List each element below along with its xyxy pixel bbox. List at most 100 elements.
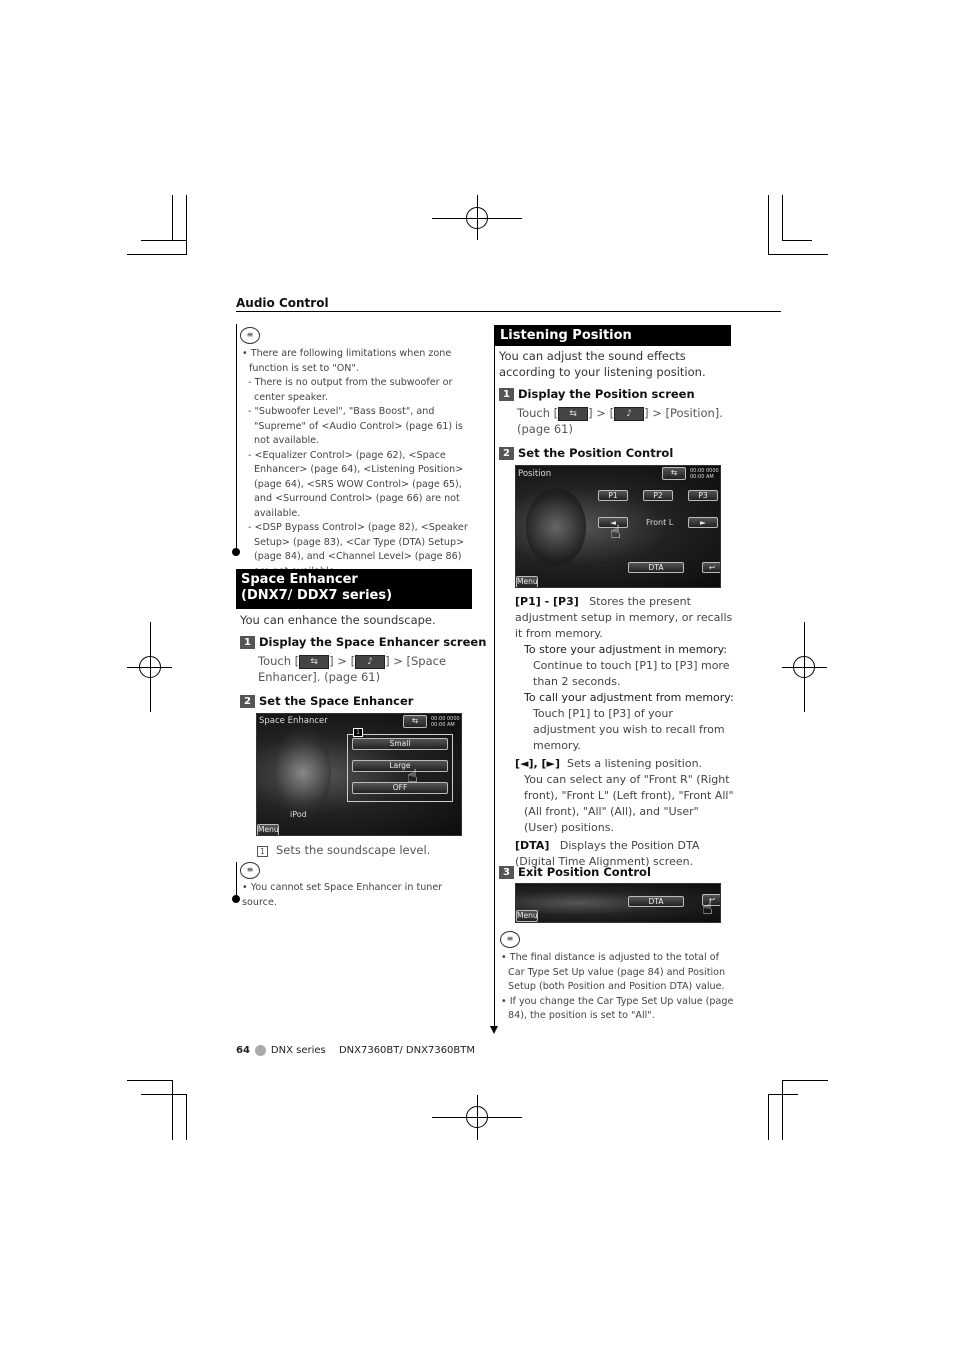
step-2: 2 Set the Space Enhancer	[240, 694, 413, 708]
position-notes: • The final distance is adjusted to the …	[501, 951, 735, 1024]
step-1: 1 Display the Space Enhancer screen	[240, 635, 486, 649]
source-label: iPod	[290, 810, 307, 819]
text: ] > [Position].	[644, 406, 723, 420]
title-line: Space Enhancer	[241, 572, 358, 587]
text: ] > [	[588, 406, 615, 420]
key-label: [DTA]	[515, 839, 550, 852]
menu-button[interactable]: Menu	[516, 910, 538, 922]
desc-text: Sets a listening position.	[567, 757, 703, 770]
clock: 00:00 0000 00:00 AM	[690, 468, 719, 480]
space-enhancer-screen: Space Enhancer ⇆ 00:00 0000 00:00 AM 1 S…	[256, 713, 462, 836]
subhead: To call your adjustment from memory:	[524, 691, 734, 704]
control-descriptions: [P1] - [P3] Stores the present adjustmen…	[515, 594, 735, 870]
text: Touch [	[258, 654, 300, 668]
desc-text: You can select any of "Front R" (Right f…	[524, 773, 734, 834]
text: (page 61)	[517, 422, 573, 436]
speaker-graphic	[275, 728, 331, 818]
p1-button[interactable]: P1	[598, 490, 628, 501]
dot-icon	[254, 1045, 266, 1056]
audio-settings-icon: ♪	[355, 654, 386, 669]
back-arrow-icon: ⇆	[299, 654, 330, 669]
note-text: You cannot set Space Enhancer in tuner s…	[242, 882, 443, 908]
clock: 00:00 0000 00:00 AM	[431, 716, 460, 728]
text: Touch [	[517, 406, 559, 420]
note-intro: • There are following limitations when z…	[242, 348, 452, 374]
step-label: Display the Space Enhancer screen	[259, 635, 487, 649]
return-button[interactable]: ↩	[702, 562, 720, 573]
note-item: - There is no output from the subwoofer …	[248, 377, 453, 403]
key-label: [◄], [►]	[515, 757, 561, 770]
step-number: 1	[240, 635, 255, 649]
hand-pointer-icon: ☝	[702, 898, 713, 919]
note-icon: ≡	[500, 931, 520, 948]
limitations-note: • There are following limitations when z…	[242, 347, 474, 579]
intro-text: You can enhance the soundscape.	[240, 613, 436, 627]
car-seat-graphic	[526, 488, 586, 566]
listening-position-title: Listening Position	[495, 325, 731, 346]
position-right-button[interactable]: ►	[688, 517, 718, 528]
small-button[interactable]: Small	[352, 738, 448, 750]
section-header: Audio Control	[236, 296, 329, 310]
legend-text: Sets the soundscape level.	[276, 843, 431, 857]
screen-title: Position	[518, 469, 552, 479]
space-enhancer-title: Space Enhancer (DNX7/ DDX7 series)	[236, 569, 472, 609]
note-bar	[236, 862, 237, 898]
key-label: [P1] - [P3]	[515, 595, 579, 608]
position-value: Front L	[646, 518, 674, 527]
column-bar	[494, 325, 495, 1027]
step-1-instructions: Touch [⇆] > [♪] > [Position]. (page 61)	[517, 405, 732, 437]
step-number: 3	[499, 865, 514, 879]
step-2: 2 Set the Position Control	[499, 446, 673, 460]
exit-screen: DTA ↩ ☝ Menu	[515, 883, 721, 923]
step-1: 1 Display the Position screen	[499, 387, 695, 401]
back-arrow-icon: ⇆	[558, 406, 589, 421]
note-text: If you change the Car Type Set Up value …	[508, 995, 734, 1022]
step-label: Exit Position Control	[518, 865, 651, 879]
dta-button[interactable]: DTA	[628, 896, 684, 907]
note-item: - <Equalizer Control> (page 62), <Space …	[248, 449, 464, 519]
step-number: 2	[499, 446, 514, 460]
desc-text: Touch [P1] to [P3] of your adjustment yo…	[533, 707, 725, 752]
legend-number: 1	[257, 846, 268, 857]
large-button[interactable]: Large	[352, 760, 448, 772]
subhead: To store your adjustment in memory:	[524, 643, 728, 656]
footer: 64 DNX series DNX7360BT/ DNX7360BTM	[236, 1045, 475, 1056]
step-label: Display the Position screen	[518, 387, 695, 401]
p3-button[interactable]: P3	[688, 490, 718, 501]
models: DNX7360BT/ DNX7360BTM	[338, 1045, 476, 1056]
audio-settings-icon: ♪	[614, 406, 645, 421]
callout-marker: 1	[353, 728, 363, 737]
off-button[interactable]: OFF	[352, 782, 448, 794]
note-text: The final distance is adjusted to the to…	[508, 952, 726, 992]
note-icon: ≡	[240, 862, 260, 879]
step-label: Set the Space Enhancer	[259, 694, 414, 708]
page-number: 64	[236, 1045, 250, 1056]
tuner-note: • You cannot set Space Enhancer in tuner…	[242, 882, 443, 908]
callout-legend: 1 Sets the soundscape level.	[257, 842, 430, 858]
text: ] > [	[329, 654, 356, 668]
header-rule	[236, 311, 781, 312]
p2-button[interactable]: P2	[643, 490, 673, 501]
dta-button[interactable]: DTA	[628, 562, 684, 573]
hand-pointer-icon: ☝	[407, 766, 418, 787]
arrow-down-icon	[490, 1026, 498, 1034]
note-item: • The final distance is adjusted to the …	[501, 952, 726, 992]
menu-button[interactable]: Menu	[516, 576, 538, 587]
intro-text: You can adjust the sound effects accordi…	[499, 349, 706, 379]
position-screen: Position ⇆ 00:00 0000 00:00 AM P1 P2 P3 …	[515, 465, 721, 588]
screen-title: Space Enhancer	[259, 716, 328, 726]
series: DNX series	[270, 1045, 326, 1056]
note-icon: ≡	[240, 327, 260, 344]
title-line: (DNX7/ DDX7 series)	[241, 588, 393, 603]
back-button[interactable]: ⇆	[403, 715, 427, 728]
note-item: • If you change the Car Type Set Up valu…	[501, 995, 734, 1022]
step-number: 1	[499, 387, 514, 401]
menu-button[interactable]: Menu	[257, 824, 279, 835]
step-1-instructions: Touch [⇆] > [♪] > [Space Enhancer]. (pag…	[258, 653, 470, 685]
step-3: 3 Exit Position Control	[499, 865, 651, 879]
note-bar	[236, 324, 237, 552]
back-button[interactable]: ⇆	[662, 467, 686, 480]
hand-pointer-icon: ☝	[610, 522, 621, 543]
desc-text: Continue to touch [P1] to [P3] more than…	[533, 659, 730, 688]
note-bar-end	[232, 548, 240, 556]
